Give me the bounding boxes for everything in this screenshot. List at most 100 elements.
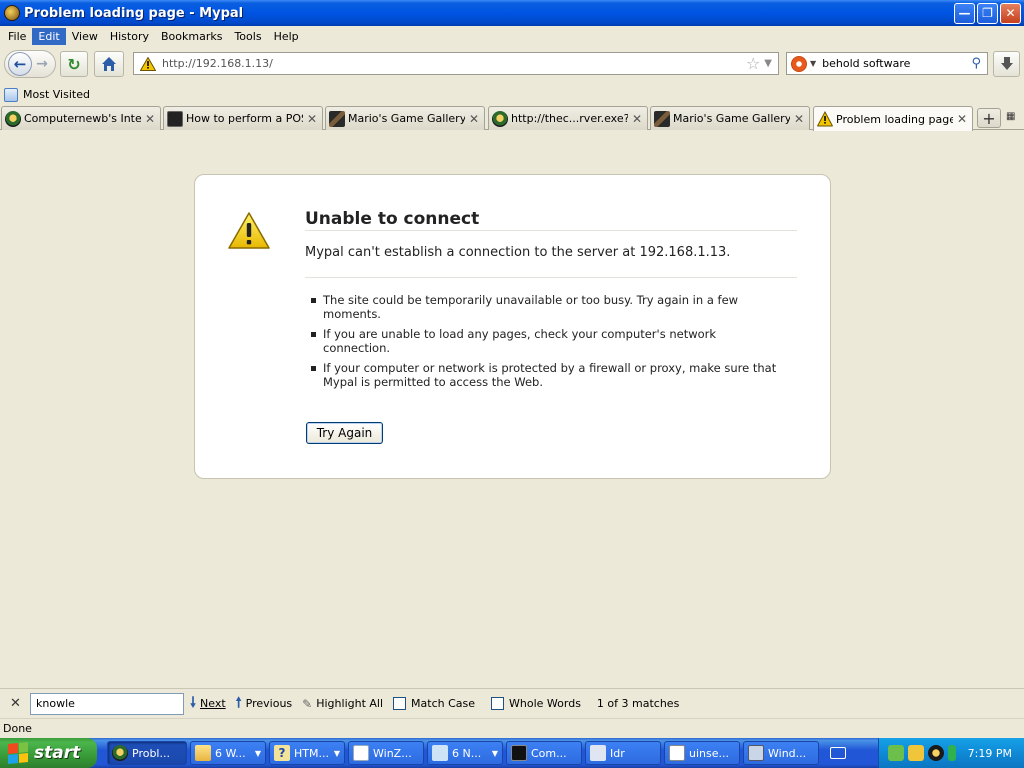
tab-close-icon[interactable]: ✕: [631, 112, 643, 126]
download-icon: [1000, 57, 1013, 70]
bookmarks-toolbar: Most Visited: [0, 84, 1024, 105]
tab-close-icon[interactable]: ✕: [956, 112, 968, 126]
task-label: uinse...: [689, 746, 729, 760]
menu-help[interactable]: Help: [268, 28, 305, 45]
find-previous-button[interactable]: 🠕 Previous: [236, 692, 293, 716]
find-bar: ✕ 🠗 Next 🠕 Previous ✎ Highlight All Matc…: [0, 688, 1024, 718]
error-panel: Unable to connect Mypal can't establish …: [194, 174, 831, 479]
whole-words-checkbox[interactable]: Whole Words: [491, 697, 581, 710]
tab-close-icon[interactable]: ✕: [468, 112, 480, 126]
menu-file[interactable]: File: [2, 28, 32, 45]
raccoon-icon: [5, 110, 21, 127]
try-again-button[interactable]: Try Again: [306, 422, 383, 444]
menu-tools[interactable]: Tools: [228, 28, 267, 45]
match-case-label: Match Case: [411, 697, 476, 710]
menu-bookmarks[interactable]: Bookmarks: [155, 28, 228, 45]
tab-marios-game-gallery-2[interactable]: Mario's Game Gallery | ... ✕: [650, 106, 810, 130]
mario-icon: [654, 110, 670, 127]
tab-close-icon[interactable]: ✕: [144, 112, 156, 126]
tab-label: Problem loading page: [836, 112, 953, 126]
battery-icon[interactable]: [947, 745, 956, 761]
taskbar-item[interactable]: uinse...: [664, 741, 740, 765]
taskbar-group[interactable]: 6 N... ▼: [427, 741, 503, 765]
warning-icon: [817, 111, 833, 127]
navigation-toolbar: ← → ↻ ☆ ▼ ▼ ⚲: [0, 46, 1024, 82]
keyboard-icon[interactable]: [830, 747, 846, 759]
task-label: 6 N...: [452, 746, 482, 760]
search-bar[interactable]: ▼ ⚲: [786, 52, 988, 75]
tab-close-icon[interactable]: ✕: [793, 112, 805, 126]
highlight-all-button[interactable]: ✎ Highlight All: [302, 697, 383, 711]
home-icon: [102, 57, 116, 71]
help-icon: ?: [274, 745, 290, 761]
search-icon[interactable]: ⚲: [971, 56, 981, 71]
home-button[interactable]: [94, 51, 124, 77]
url-input[interactable]: [162, 57, 746, 70]
menu-edit[interactable]: Edit: [32, 27, 66, 45]
task-label: 6 W...: [215, 746, 246, 760]
tab-label: Mario's Game Gallery | ...: [348, 112, 465, 125]
most-visited-bookmark[interactable]: Most Visited: [23, 88, 90, 101]
raccoon-icon[interactable]: [927, 745, 944, 761]
window-icon: [353, 745, 369, 761]
address-bar[interactable]: ☆ ▼: [133, 52, 779, 75]
find-next-button[interactable]: 🠗 Next: [190, 692, 226, 716]
menu-history[interactable]: History: [104, 28, 155, 45]
volume-icon[interactable]: [907, 745, 924, 761]
taskbar-group[interactable]: ? HTM... ▼: [269, 741, 345, 765]
search-input[interactable]: [822, 57, 972, 70]
checkbox[interactable]: [491, 697, 505, 710]
minimize-button[interactable]: —: [954, 2, 975, 24]
chevron-down-icon: ▼: [491, 748, 498, 758]
raccoon-icon: [112, 745, 128, 761]
find-status: 1 of 3 matches: [596, 697, 680, 710]
taskbar-item[interactable]: Idr: [585, 741, 661, 765]
tab-computernewb[interactable]: Computernewb's Inter... ✕: [1, 106, 161, 130]
duckduckgo-icon[interactable]: [791, 55, 807, 72]
new-tab-button[interactable]: +: [977, 108, 1001, 128]
error-title: Unable to connect: [305, 209, 480, 229]
menu-view[interactable]: View: [66, 28, 104, 45]
warning-icon: [228, 212, 270, 249]
start-label: start: [34, 743, 81, 763]
restore-button[interactable]: ❐: [977, 2, 998, 24]
divider: [305, 277, 797, 278]
taskbar-item[interactable]: Wind...: [743, 741, 819, 765]
task-label: HTM...: [294, 746, 329, 760]
highlighter-icon: ✎: [302, 696, 313, 711]
title-bar: Problem loading page - Mypal — ❐ ✕: [0, 0, 1024, 26]
computer-icon: [748, 745, 764, 761]
tab-how-to-perform-post[interactable]: How to perform a POS... ✕: [163, 106, 323, 130]
engine-dropdown-icon[interactable]: ▼: [810, 59, 816, 68]
forward-button[interactable]: →: [32, 56, 52, 72]
taskbar: start Probl... 6 W... ▼ ? HTM... ▼ WinZ.…: [0, 738, 1024, 768]
find-input[interactable]: [30, 692, 184, 715]
back-button[interactable]: ←: [8, 52, 32, 76]
list-all-tabs-icon[interactable]: ▦: [1006, 111, 1020, 125]
network-icon[interactable]: [887, 745, 904, 761]
downloads-button[interactable]: [993, 51, 1020, 77]
taskbar-group[interactable]: 6 W... ▼: [190, 741, 266, 765]
bookmark-star-icon[interactable]: ☆: [746, 54, 760, 73]
reload-button[interactable]: ↻: [60, 51, 88, 77]
start-button[interactable]: start: [0, 738, 97, 768]
notepad-icon: [432, 745, 448, 761]
task-label: Com...: [531, 746, 567, 760]
match-case-checkbox[interactable]: Match Case: [393, 697, 475, 710]
taskbar-item[interactable]: Com...: [506, 741, 582, 765]
tab-close-icon[interactable]: ✕: [306, 112, 318, 126]
taskbar-item[interactable]: WinZ...: [348, 741, 424, 765]
url-history-dropdown[interactable]: ▼: [764, 58, 772, 69]
tab-problem-loading-page[interactable]: Problem loading page ✕: [813, 106, 973, 131]
close-icon[interactable]: ✕: [10, 696, 22, 711]
chevron-down-icon: ▼: [333, 748, 340, 758]
clock[interactable]: 7:19 PM: [968, 747, 1012, 760]
tab-marios-game-gallery-1[interactable]: Mario's Game Gallery | ... ✕: [325, 106, 485, 130]
mypal-app-icon[interactable]: [4, 5, 20, 21]
taskbar-item[interactable]: Probl...: [107, 741, 187, 765]
close-button[interactable]: ✕: [1000, 2, 1021, 24]
terminal-icon: [167, 110, 183, 127]
tab-thec-server[interactable]: http://thec...rver.exe?B ✕: [488, 106, 648, 130]
find-previous-label: Previous: [245, 697, 293, 710]
checkbox[interactable]: [393, 697, 407, 710]
